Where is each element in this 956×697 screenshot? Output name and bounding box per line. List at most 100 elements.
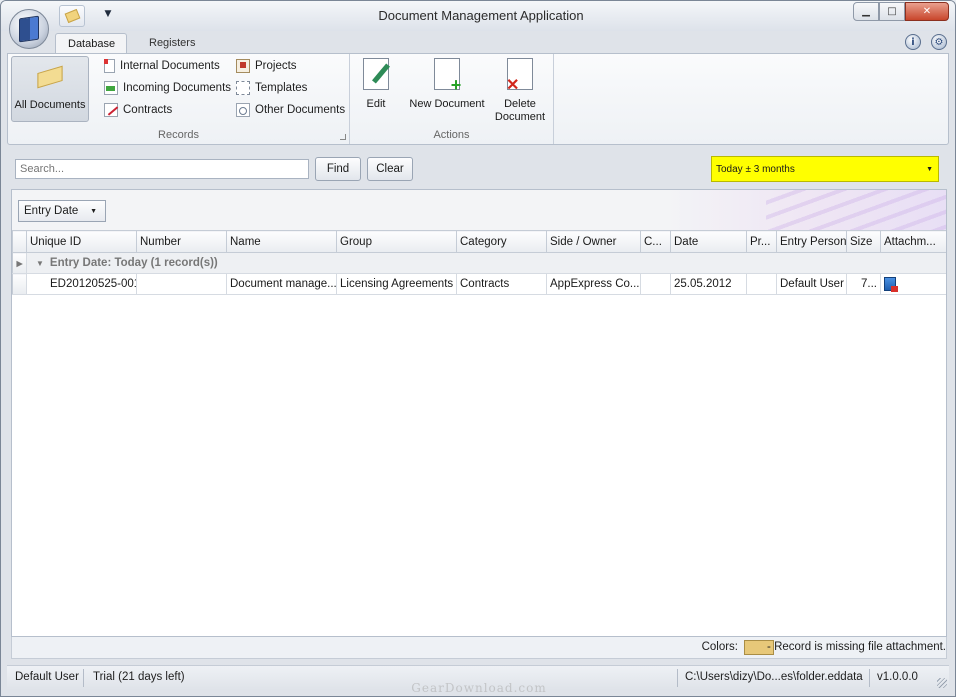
find-button[interactable]: Find — [315, 157, 361, 181]
collapse-icon[interactable]: ▼ — [36, 259, 44, 268]
cell-category[interactable]: Contracts — [456, 273, 547, 295]
decorative-swoosh — [766, 190, 946, 230]
group-row-label: Entry Date: Today (1 record(s)) — [49, 257, 218, 269]
maximize-button[interactable]: □ — [879, 2, 905, 21]
ribbon: All Documents Internal Documents Incomin… — [7, 53, 949, 145]
group-row-cell[interactable]: ▼ Entry Date: Today (1 record(s)) — [26, 252, 946, 274]
all-documents-button[interactable]: All Documents — [11, 56, 89, 122]
quick-access-dropdown-icon[interactable]: ▼ — [101, 7, 115, 21]
column-header-category[interactable]: Category — [456, 230, 547, 253]
column-header-number[interactable]: Number — [136, 230, 227, 253]
documents-table: Unique ID Number Name Group Category Sid… — [12, 230, 946, 295]
period-filter-dropdown[interactable]: Today ± 3 months ▼ — [711, 156, 939, 182]
chevron-down-icon: ▼ — [926, 166, 933, 173]
cell-entry-person[interactable]: Default User — [776, 273, 847, 295]
cell-size[interactable]: 7... — [846, 273, 881, 295]
other-document-icon — [236, 103, 250, 117]
other-documents-button[interactable]: Other Documents — [236, 100, 345, 120]
incoming-documents-label: Incoming Documents — [123, 82, 232, 94]
column-header-pr[interactable]: Pr... — [746, 230, 777, 253]
watermark: GearDownload.com — [411, 681, 547, 695]
edit-button[interactable]: Edit — [356, 58, 396, 120]
window-controls: ▁ □ ✕ — [853, 2, 949, 21]
cell-group[interactable]: Licensing Agreements — [336, 273, 457, 295]
edit-document-icon — [363, 58, 390, 90]
group-by-label: Entry Date — [24, 205, 79, 217]
clear-button[interactable]: Clear — [367, 157, 413, 181]
table-row[interactable]: ED20120525-001 Document manage... Licens… — [12, 273, 946, 295]
tab-database[interactable]: Database — [55, 33, 127, 53]
legend-label: Colors: — [701, 641, 738, 653]
group-row[interactable]: ▸ ▼ Entry Date: Today (1 record(s)) — [12, 252, 946, 274]
records-group: All Documents Internal Documents Incomin… — [8, 54, 350, 144]
column-header-name[interactable]: Name — [226, 230, 337, 253]
cell-name[interactable]: Document manage... — [226, 273, 337, 295]
contracts-label: Contracts — [123, 104, 173, 116]
quick-access-open-button[interactable] — [59, 5, 85, 27]
row-indicator[interactable]: ▸ — [12, 252, 27, 274]
internal-documents-button[interactable]: Internal Documents — [104, 56, 220, 76]
delete-label-line2: Document — [494, 111, 546, 123]
column-header-side-owner[interactable]: Side / Owner — [546, 230, 641, 253]
new-document-icon: + — [434, 58, 461, 94]
internal-document-icon — [104, 59, 115, 73]
settings-icon[interactable]: ⚙ — [931, 34, 947, 50]
templates-label: Templates — [255, 82, 308, 94]
incoming-documents-button[interactable]: Incoming Documents — [104, 78, 231, 98]
table-header-row: Unique ID Number Name Group Category Sid… — [12, 230, 946, 253]
column-header-size[interactable]: Size — [846, 230, 881, 253]
template-icon — [236, 81, 250, 95]
actions-group: Edit + New Document ✕ Delete Document Ac… — [350, 54, 554, 144]
projects-label: Projects — [255, 60, 297, 72]
edit-label: Edit — [366, 98, 386, 110]
projects-icon — [236, 59, 250, 73]
help-icons: i ⚙ — [905, 34, 947, 50]
cell-unique-id[interactable]: ED20120525-001 — [26, 273, 137, 295]
delete-document-button[interactable]: ✕ Delete Document — [490, 58, 550, 128]
incoming-document-icon — [104, 81, 118, 95]
cell-date[interactable]: 25.05.2012 — [670, 273, 747, 295]
new-document-label: New Document — [409, 98, 485, 110]
ribbon-tab-bar: Database Registers i ⚙ — [1, 31, 955, 53]
application-menu-button[interactable] — [9, 9, 49, 49]
search-input[interactable] — [15, 159, 309, 179]
app-window: ▼ Document Management Application ▁ □ ✕ … — [0, 0, 956, 697]
cell-pr[interactable] — [746, 273, 777, 295]
records-group-label: Records — [158, 129, 199, 141]
cell-c[interactable] — [640, 273, 671, 295]
records-dialog-launcher-icon[interactable] — [340, 134, 346, 140]
column-header-unique-id[interactable]: Unique ID — [26, 230, 137, 253]
tab-registers[interactable]: Registers — [137, 33, 207, 53]
delete-document-icon: ✕ — [506, 58, 533, 94]
minimize-button[interactable]: ▁ — [853, 2, 879, 21]
close-button[interactable]: ✕ — [905, 2, 949, 21]
app-logo-icon — [19, 15, 39, 43]
column-header-entry-person[interactable]: Entry Person — [776, 230, 847, 253]
templates-button[interactable]: Templates — [236, 78, 307, 98]
contract-pen-icon — [104, 103, 119, 117]
column-header-date[interactable]: Date — [670, 230, 747, 253]
group-by-column-button[interactable]: Entry Date ▼ — [18, 200, 106, 222]
delete-label-line1: Delete — [504, 98, 536, 110]
folder-open-icon — [36, 65, 64, 89]
new-document-button[interactable]: + New Document — [408, 58, 486, 120]
group-by-panel: Entry Date ▼ — [12, 190, 946, 230]
internal-documents-label: Internal Documents — [120, 60, 220, 72]
attachment-file-icon[interactable] — [884, 277, 898, 292]
contracts-button[interactable]: Contracts — [104, 100, 172, 120]
cell-attachment[interactable] — [880, 273, 946, 295]
column-header-group[interactable]: Group — [336, 230, 457, 253]
column-header-attachment[interactable]: Attachm... — [880, 230, 946, 253]
title-bar: ▼ Document Management Application ▁ □ ✕ — [1, 1, 955, 31]
search-toolbar: Find Clear Today ± 3 months ▼ — [11, 151, 947, 187]
other-documents-label: Other Documents — [255, 104, 346, 116]
color-legend-bar: Colors: - Record is missing file attachm… — [11, 637, 947, 659]
info-icon[interactable]: i — [905, 34, 921, 50]
projects-button[interactable]: Projects — [236, 56, 297, 76]
row-indicator[interactable] — [12, 273, 27, 295]
documents-grid-panel: Entry Date ▼ Unique ID Number Name Group… — [11, 189, 947, 637]
window-title: Document Management Application — [378, 8, 584, 23]
cell-side-owner[interactable]: AppExpress Co... — [546, 273, 641, 295]
cell-number[interactable] — [136, 273, 227, 295]
column-header-c[interactable]: C... — [640, 230, 671, 253]
